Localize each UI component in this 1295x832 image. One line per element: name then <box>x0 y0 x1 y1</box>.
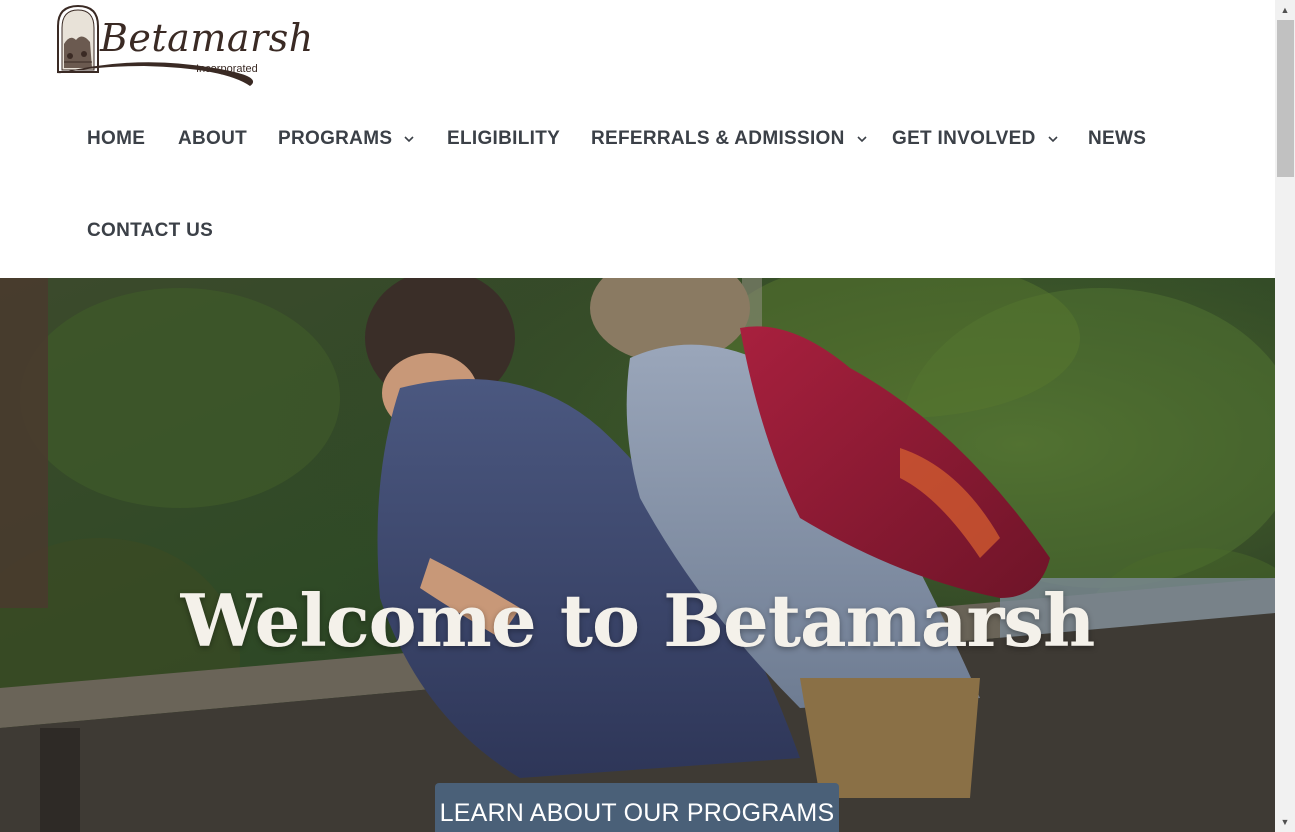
page-scrollbar[interactable]: ▲ ▼ <box>1275 0 1295 832</box>
hero-section: Welcome to Betamarsh LEARN ABOUT OUR PRO… <box>0 278 1275 832</box>
nav-item-label: ABOUT <box>178 128 248 149</box>
nav-item-referrals-admission[interactable]: REFERRALS & ADMISSION <box>591 128 867 150</box>
nav-item-label: REFERRALS & ADMISSION <box>591 128 845 149</box>
nav-item-label: GET INVOLVED <box>892 128 1036 149</box>
page: Betamarsh Incorporated HOME ABOUT PROGRA… <box>0 0 1275 832</box>
nav-item-contact-us[interactable]: CONTACT US <box>87 220 213 242</box>
nav-item-label: PROGRAMS <box>278 128 393 149</box>
nav-item-programs[interactable]: PROGRAMS <box>278 128 414 150</box>
nav-item-home[interactable]: HOME <box>87 128 145 150</box>
logo-subtitle: Incorporated <box>196 63 258 75</box>
nav-item-label: CONTACT US <box>87 220 214 241</box>
chevron-down-icon[interactable] <box>404 134 414 144</box>
nav-item-get-involved[interactable]: GET INVOLVED <box>892 128 1058 150</box>
chevron-down-icon[interactable] <box>1048 134 1058 144</box>
site-header: Betamarsh Incorporated HOME ABOUT PROGRA… <box>0 0 1275 278</box>
cta-label: LEARN ABOUT OUR PROGRAMS <box>439 799 835 827</box>
nav-item-label: ELIGIBILITY <box>447 128 561 149</box>
site-logo[interactable]: Betamarsh Incorporated <box>54 4 313 88</box>
nav-item-news[interactable]: NEWS <box>1088 128 1146 150</box>
nav-item-about[interactable]: ABOUT <box>178 128 247 150</box>
nav-item-label: HOME <box>87 128 146 149</box>
logo-wordmark: Betamarsh <box>100 16 314 60</box>
hero-title: Welcome to Betamarsh <box>180 578 1096 663</box>
arrow-up-icon[interactable]: ▲ <box>1275 2 1295 18</box>
scrollbar-thumb[interactable] <box>1277 20 1294 177</box>
nav-item-label: NEWS <box>1088 128 1147 149</box>
chevron-down-icon[interactable] <box>857 134 867 144</box>
learn-programs-button[interactable]: LEARN ABOUT OUR PROGRAMS <box>435 783 839 832</box>
hero-background-image <box>0 278 1275 832</box>
arrow-down-icon[interactable]: ▼ <box>1275 814 1295 830</box>
nav-item-eligibility[interactable]: ELIGIBILITY <box>447 128 560 150</box>
